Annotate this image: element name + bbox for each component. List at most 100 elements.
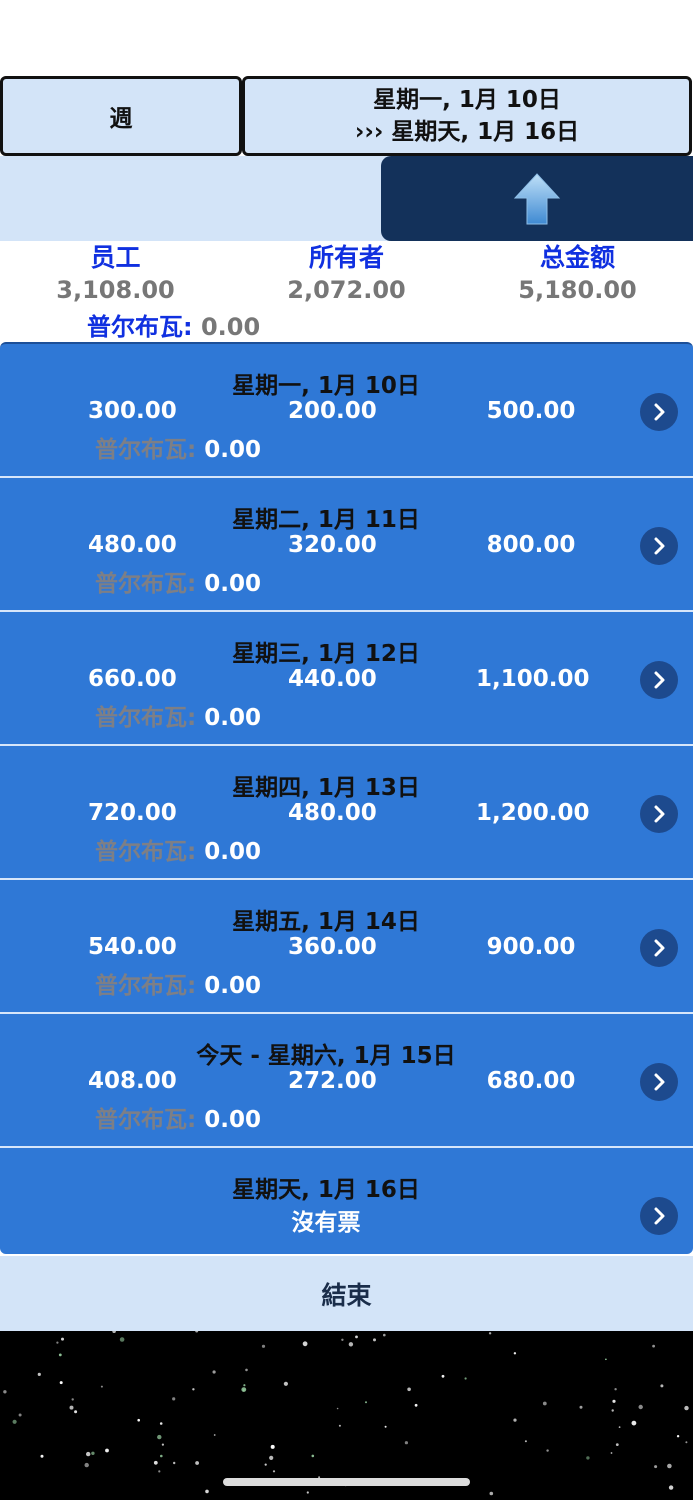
day-row-fri[interactable]: 星期五, 1月 14日 540.00 360.00 900.00 普尔布瓦: 0… [0,880,693,1014]
owner-amount: 360.00 [288,934,377,960]
chevron-right-icon[interactable] [640,527,678,565]
total-amount: 900.00 [486,934,576,960]
pool-value: 0.00 [204,973,261,999]
starfield-image [3,1331,689,1496]
star [195,1331,199,1333]
owner-amount: 320.00 [288,532,377,558]
pool-label: 普尔布瓦: [95,839,197,865]
pool-label: 普尔布瓦: [95,1107,197,1133]
range-end-label: ››› 星期天, 1月 16日 [354,119,580,145]
star [269,1455,274,1460]
employee-amount: 408.00 [88,1068,177,1094]
status-bar-area [0,0,693,76]
day-title: 星期天, 1月 16日 [232,1177,420,1203]
pool-value: 0.00 [204,1107,261,1133]
star [112,1331,116,1333]
owner-amount: 200.00 [288,398,377,424]
pool-line: 普尔布瓦: 0.00 [95,832,261,866]
star [614,1388,617,1391]
star [212,1370,216,1374]
week-summary: 员工 3,108.00 所有者 2,072.00 总金额 5,180.00 普尔… [0,241,693,343]
star [365,1401,367,1404]
star [58,1353,62,1357]
pool-value: 0.00 [204,437,261,463]
pool-label: 普尔布瓦: [95,437,197,463]
chevron-right-icon[interactable] [640,393,678,431]
star [311,1454,315,1458]
chevron-right-icon[interactable] [640,1197,678,1235]
star [618,1426,621,1428]
pool-line: 普尔布瓦: 0.00 [95,1100,261,1134]
day-title: 星期一, 1月 10日 [232,373,420,399]
star [404,1441,408,1445]
date-range-button[interactable]: 星期一, 1月 10日 ››› 星期天, 1月 16日 [242,76,692,156]
chevron-right-icon[interactable] [640,795,678,833]
employee-amount: 300.00 [88,398,177,424]
star [464,1377,467,1380]
end-label: 結束 [321,1280,372,1310]
star [631,1420,637,1426]
star [489,1491,494,1496]
day-title: 星期五, 1月 14日 [232,909,420,935]
employee-label: 员工 [90,243,141,272]
star [213,1434,216,1436]
star [157,1434,162,1440]
star [84,1462,89,1468]
total-value: 5,180.00 [518,276,637,304]
star [441,1374,445,1378]
pool-label: 普尔布瓦: [95,973,197,999]
period-week-button[interactable]: 週 [0,76,242,156]
owner-value: 2,072.00 [287,276,406,304]
employee-value: 3,108.00 [56,276,175,304]
pool-label: 普尔布瓦: [95,571,197,597]
star [272,1470,276,1473]
owner-amount: 272.00 [288,1068,377,1094]
day-title: 星期四, 1月 13日 [232,775,420,801]
chevron-right-icon[interactable] [640,661,678,699]
scroll-up-button[interactable] [381,156,693,241]
end-button[interactable]: 結束 [0,1256,693,1331]
star [615,1443,619,1446]
star [192,1388,195,1391]
day-row-sun[interactable]: 星期天, 1月 16日 沒有票 [0,1148,693,1254]
star [86,1451,91,1457]
star [69,1405,74,1410]
pool-value: 0.00 [200,313,261,341]
day-row-thu[interactable]: 星期四, 1月 13日 720.00 480.00 1,200.00 普尔布瓦:… [0,746,693,880]
pool-label: 普尔布瓦: [95,705,197,731]
chevron-right-icon[interactable] [640,1063,678,1101]
owner-amount: 480.00 [288,800,377,826]
star [283,1381,288,1386]
pool-value: 0.00 [204,571,261,597]
summary-employee: 员工 3,108.00 [0,241,231,305]
owner-label: 所有者 [308,243,384,272]
star [414,1403,418,1407]
day-row-wed[interactable]: 星期三, 1月 12日 660.00 440.00 1,100.00 普尔布瓦:… [0,612,693,746]
day-row-sat[interactable]: 今天 - 星期六, 1月 15日 408.00 272.00 680.00 普尔… [0,1014,693,1148]
star [105,1448,109,1453]
total-amount: 500.00 [486,398,576,424]
star [261,1344,266,1348]
star [241,1387,247,1392]
star [668,1485,674,1490]
star [383,1333,386,1337]
home-indicator[interactable] [223,1478,470,1486]
star [56,1341,59,1344]
star [100,1385,103,1388]
star [153,1460,158,1465]
star [654,1465,658,1469]
chevron-right-icon[interactable] [640,929,678,967]
star [348,1342,354,1347]
star [205,1489,209,1494]
period-week-label: 週 [109,106,133,132]
star [338,1424,341,1427]
star [355,1335,358,1339]
pool-value: 0.00 [204,705,261,731]
employee-amount: 720.00 [88,800,177,826]
summary-total: 总金额 5,180.00 [462,241,693,305]
day-row-mon[interactable]: 星期一, 1月 10日 300.00 200.00 500.00 普尔布瓦: 0… [0,344,693,478]
pool-line: 普尔布瓦: 0.00 [95,698,261,732]
range-start-label: 星期一, 1月 10日 [373,87,561,113]
day-row-tue[interactable]: 星期二, 1月 11日 480.00 320.00 800.00 普尔布瓦: 0… [0,478,693,612]
owner-amount: 440.00 [288,666,377,692]
